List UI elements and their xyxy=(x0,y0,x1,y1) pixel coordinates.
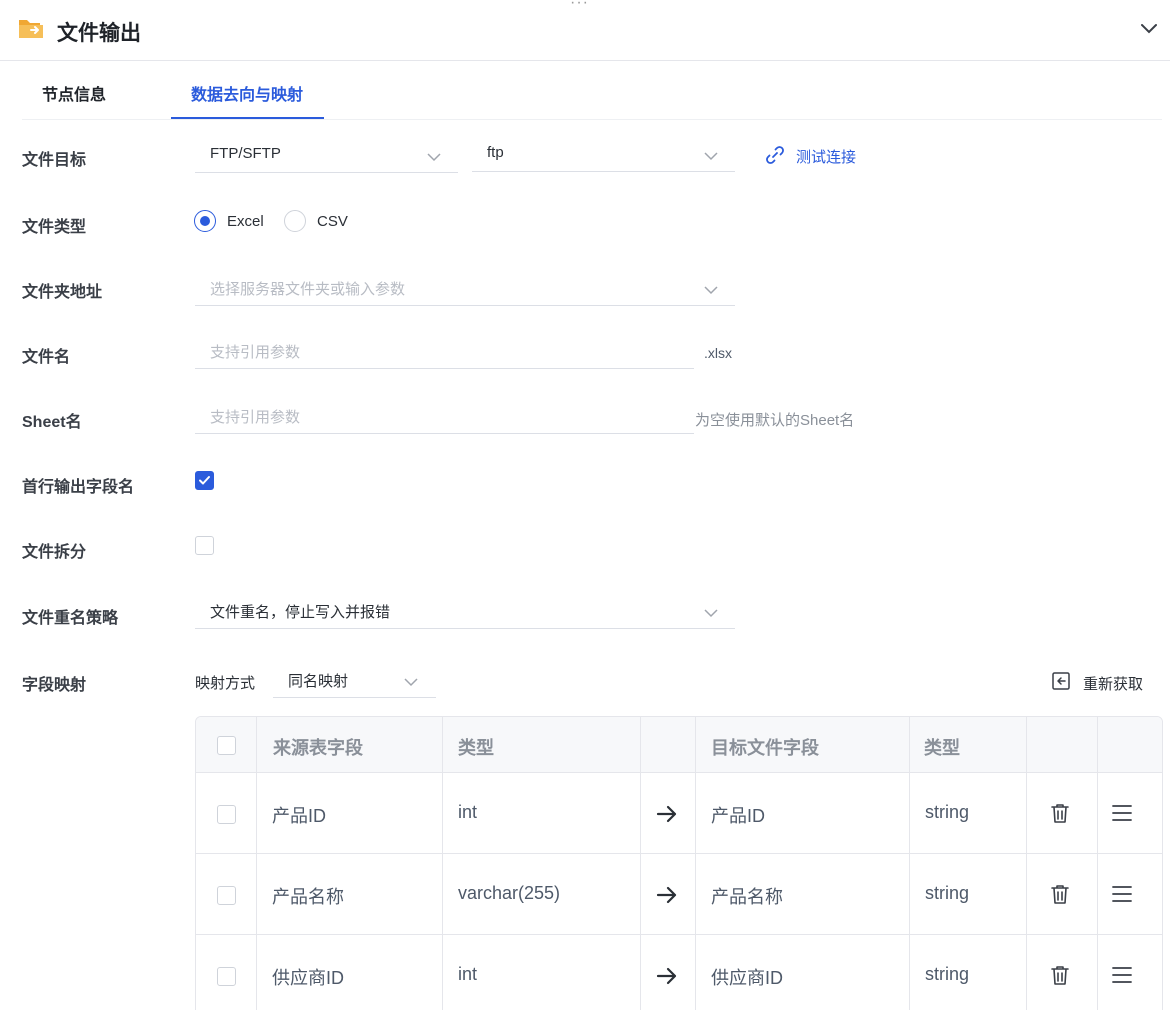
split-label: 文件拆分 xyxy=(22,544,87,561)
tab-bar: 节点信息 数据去向与映射 xyxy=(22,61,1162,120)
refresh-icon xyxy=(1052,672,1070,690)
trash-icon[interactable] xyxy=(1049,883,1071,910)
filename-input[interactable]: 支持引用参数 xyxy=(195,333,694,369)
source-field-cell: 供应商ID xyxy=(272,968,344,988)
folder-label: 文件夹地址 xyxy=(22,284,103,301)
target-type-cell: string xyxy=(925,883,970,903)
select-all-checkbox[interactable] xyxy=(217,736,236,755)
field-mapping-table: 来源表字段 类型 目标文件字段 类型 产品ID int 产品ID string … xyxy=(195,716,1163,1010)
rename-label: 文件重名策略 xyxy=(22,610,119,627)
panel-title: 文件输出 xyxy=(57,22,141,45)
row-checkbox[interactable] xyxy=(217,967,236,986)
drag-handle-icon[interactable] xyxy=(1112,966,1132,989)
folder-export-icon xyxy=(18,17,44,46)
header-source-type: 类型 xyxy=(458,738,494,758)
connection-select[interactable]: ftp xyxy=(472,136,735,172)
drag-handle-icon[interactable] xyxy=(1112,885,1132,908)
source-field-cell: 产品名称 xyxy=(272,887,344,907)
drag-handle-icon[interactable] xyxy=(1112,804,1132,827)
column-divider xyxy=(1026,717,1027,1010)
table-row: 产品ID int 产品ID string xyxy=(196,773,1162,854)
refresh-button[interactable]: 重新获取 xyxy=(1051,671,1143,693)
table-row: 产品名称 varchar(255) 产品名称 string xyxy=(196,854,1162,935)
source-type-cell: int xyxy=(458,802,478,822)
split-checkbox[interactable] xyxy=(195,536,214,555)
column-divider xyxy=(256,717,257,1010)
header-source-field: 来源表字段 xyxy=(273,738,363,758)
filename-label: 文件名 xyxy=(22,349,71,366)
radio-csv-label[interactable]: CSV xyxy=(317,213,348,230)
file-type-label: 文件类型 xyxy=(22,219,87,236)
header-row-label: 首行输出字段名 xyxy=(22,479,135,496)
source-field-cell: 产品ID xyxy=(272,806,326,826)
trash-icon[interactable] xyxy=(1049,802,1071,829)
filename-suffix: .xlsx xyxy=(704,345,732,361)
mapping-mode-select[interactable]: 同名映射 xyxy=(273,662,436,698)
active-tab-indicator xyxy=(171,117,324,119)
arrow-right-icon xyxy=(656,804,678,829)
tab-node-info[interactable]: 节点信息 xyxy=(42,81,106,105)
folder-select[interactable]: 选择服务器文件夹或输入参数 xyxy=(195,270,735,306)
table-header: 来源表字段 类型 目标文件字段 类型 xyxy=(196,717,1162,773)
header-target-field: 目标文件字段 xyxy=(711,738,819,758)
mapping-label: 字段映射 xyxy=(22,677,87,694)
target-field-cell: 产品ID xyxy=(711,806,765,826)
row-checkbox[interactable] xyxy=(217,886,236,905)
column-divider xyxy=(909,717,910,1010)
header-target-type: 类型 xyxy=(924,738,960,758)
chevron-down-icon[interactable] xyxy=(1139,20,1159,41)
target-type-cell: string xyxy=(925,802,970,822)
panel-header: 文件输出 xyxy=(0,0,1170,61)
link-icon xyxy=(766,146,784,164)
test-connection-button[interactable]: 测试连接 xyxy=(764,144,856,166)
tab-data-mapping[interactable]: 数据去向与映射 xyxy=(191,81,303,105)
rename-strategy-select[interactable]: 文件重名，停止写入并报错 xyxy=(195,593,735,629)
trash-icon[interactable] xyxy=(1049,964,1071,991)
target-field-cell: 供应商ID xyxy=(711,968,783,988)
arrow-right-icon xyxy=(656,966,678,991)
protocol-select[interactable]: FTP/SFTP xyxy=(195,137,458,173)
chevron-down-icon xyxy=(426,149,442,167)
chevron-down-icon xyxy=(703,148,719,166)
source-type-cell: int xyxy=(458,964,478,984)
column-divider xyxy=(695,717,696,1010)
header-row-checkbox[interactable] xyxy=(195,471,214,490)
file-target-label: 文件目标 xyxy=(22,152,87,169)
target-type-cell: string xyxy=(925,964,970,984)
radio-excel[interactable] xyxy=(194,210,216,232)
mapping-mode-label: 映射方式 xyxy=(195,675,256,692)
sheet-label: Sheet名 xyxy=(22,414,82,431)
sheet-hint: 为空使用默认的Sheet名 xyxy=(695,412,855,429)
sheet-name-input[interactable]: 支持引用参数 xyxy=(195,398,694,434)
chevron-down-icon xyxy=(403,674,419,692)
radio-excel-label[interactable]: Excel xyxy=(227,213,264,230)
column-divider xyxy=(442,717,443,1010)
arrow-right-icon xyxy=(656,885,678,910)
row-checkbox[interactable] xyxy=(217,805,236,824)
column-divider xyxy=(1097,717,1098,1010)
table-row: 供应商ID int 供应商ID string xyxy=(196,935,1162,1010)
source-type-cell: varchar(255) xyxy=(458,883,561,903)
column-divider xyxy=(640,717,641,1010)
chevron-down-icon xyxy=(703,282,719,300)
check-icon xyxy=(199,476,210,485)
radio-csv[interactable] xyxy=(284,210,306,232)
target-field-cell: 产品名称 xyxy=(711,887,783,907)
chevron-down-icon xyxy=(703,605,719,623)
